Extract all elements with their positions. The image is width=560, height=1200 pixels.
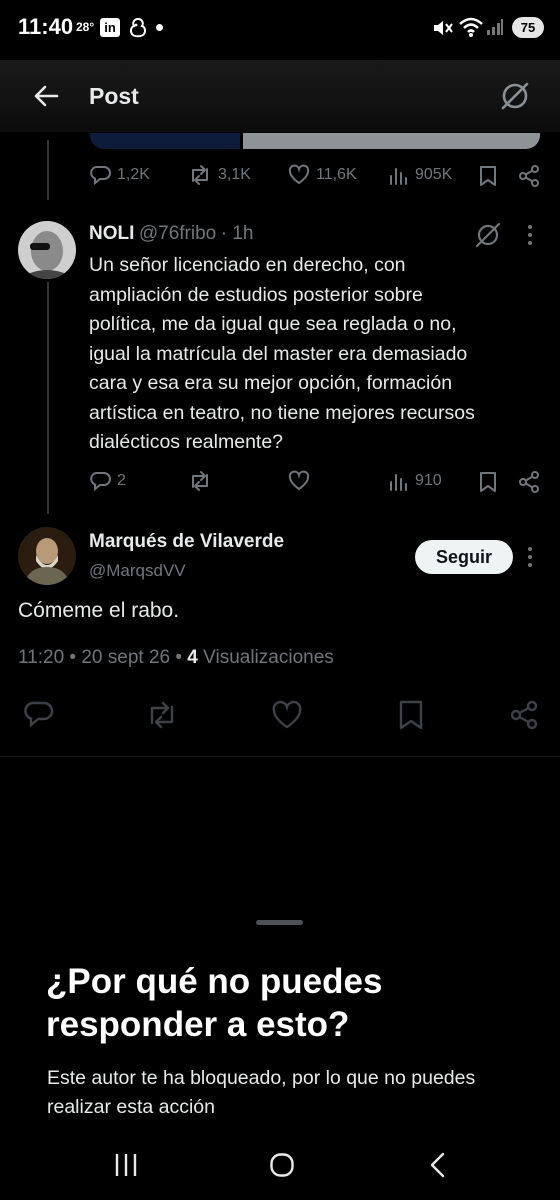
more-options-button[interactable] [526,223,534,247]
battery-indicator: 75 [512,17,544,38]
like-button[interactable]: 11,6K [288,164,357,186]
post-timestamp: 11:20 • 20 sept 26 • [18,647,183,668]
grok-button[interactable] [474,221,502,249]
wifi-icon [458,16,484,38]
share-icon [519,165,539,187]
bookmark-button[interactable] [478,471,498,493]
grok-icon [501,82,529,110]
post-text: Cómeme el rabo. [18,599,180,622]
post-meta: 11:20 • 20 sept 26 • 4 Visualizaciones [18,647,334,669]
more-vertical-icon [528,225,532,245]
sheet-drag-handle[interactable] [256,920,303,925]
views-button[interactable]: 905K [389,164,452,186]
repost-icon [150,701,174,729]
share-icon [519,471,539,493]
heart-icon [288,470,310,491]
post-time: · 1h [220,223,254,244]
share-button[interactable] [518,471,540,493]
heart-icon [288,164,310,185]
more-options-button[interactable] [526,545,534,569]
bookmark-icon [399,700,423,730]
chevron-left-icon [430,1152,445,1178]
reply-icon [90,472,111,492]
bookmark-icon [480,166,496,186]
author-name[interactable]: NOLI [89,223,134,244]
repost-count: 3,1K [218,166,251,183]
thread-line [47,140,49,200]
system-back-button[interactable] [428,1152,448,1178]
reply-text-line: Un señor licenciado en derecho, con [89,254,406,276]
grok-icon [475,222,501,248]
sheet-title: ¿Por qué no puedes responder a esto? [46,962,383,1044]
reply-count: 2 [117,472,126,489]
back-button[interactable] [32,82,60,110]
reply-text-line: cara y esa era su mejor opción, formació… [89,372,453,394]
follow-button[interactable]: Seguir [415,540,513,574]
views-icon [390,168,407,185]
reply-count: 1,2K [117,166,150,183]
linkedin-icon: in [100,18,120,37]
signal-icon [486,18,504,36]
avatar[interactable] [18,527,76,585]
bookmark-icon [480,472,496,492]
views-count: 905K [415,166,453,183]
notification-dot-icon [156,24,163,31]
sheet-body: Este autor te ha bloqueado, por lo que n… [47,1067,476,1118]
notification-app-icon [128,17,148,39]
reply-button[interactable]: 2 [89,470,126,492]
reply-icon [24,701,54,728]
author-name[interactable]: Marqués de Vilaverde [89,531,284,553]
repost-button[interactable] [188,470,212,492]
divider [0,756,560,757]
reply-text: Un señor licenciado en derecho, con ampl… [89,251,549,458]
share-icon [510,700,538,730]
reply-button[interactable]: 1,2K [89,164,150,186]
views-label[interactable]: Visualizaciones [203,647,334,668]
share-button[interactable] [518,165,540,187]
reply-text-line: artística en teatro, no tiene mejores re… [89,401,475,424]
header-bar [0,60,560,132]
back-arrow-icon [34,85,59,107]
like-count: 11,6K [316,166,357,183]
reply-text-line: política, me da igual que sea reglada o … [89,313,457,335]
status-temperature: 28° [76,20,95,34]
author-handle[interactable]: @MarqsdVV [89,561,186,581]
more-vertical-icon [528,547,532,567]
views-icon [390,474,407,491]
status-time: 11:40 [18,14,74,39]
views-button[interactable]: 910 [389,470,442,492]
reply-text-line: dialécticos realmente? [89,431,284,453]
like-button[interactable] [271,700,303,730]
parent-post-media[interactable] [90,133,540,149]
repost-button[interactable] [145,700,179,730]
heart-icon [272,700,302,729]
recent-apps-button[interactable] [114,1152,138,1178]
reply-text-line: igual la matrícula del master era demasi… [89,342,468,365]
grok-button[interactable] [499,80,531,112]
recent-apps-icon [115,1154,137,1176]
home-icon [270,1153,294,1177]
like-button[interactable] [288,470,310,492]
views-count: 910 [415,472,442,489]
avatar[interactable] [18,221,76,279]
views-count: 4 [187,647,198,668]
reply-header: NOLI @76fribo · 1h [89,223,253,245]
thread-line [47,282,49,514]
author-handle[interactable]: @76fribo [139,223,216,244]
mute-icon [432,18,454,38]
home-button[interactable] [269,1152,295,1178]
page-title: Post [89,83,139,109]
bookmark-button[interactable] [478,165,498,187]
repost-icon [192,165,208,185]
share-button[interactable] [509,700,539,730]
reply-button[interactable] [22,700,54,730]
bookmark-button[interactable] [397,700,425,730]
repost-icon [192,471,208,491]
repost-button[interactable]: 3,1K [188,164,251,186]
reply-text-line: ampliación de estudios posterior sobre [89,283,423,306]
reply-icon [90,166,111,186]
